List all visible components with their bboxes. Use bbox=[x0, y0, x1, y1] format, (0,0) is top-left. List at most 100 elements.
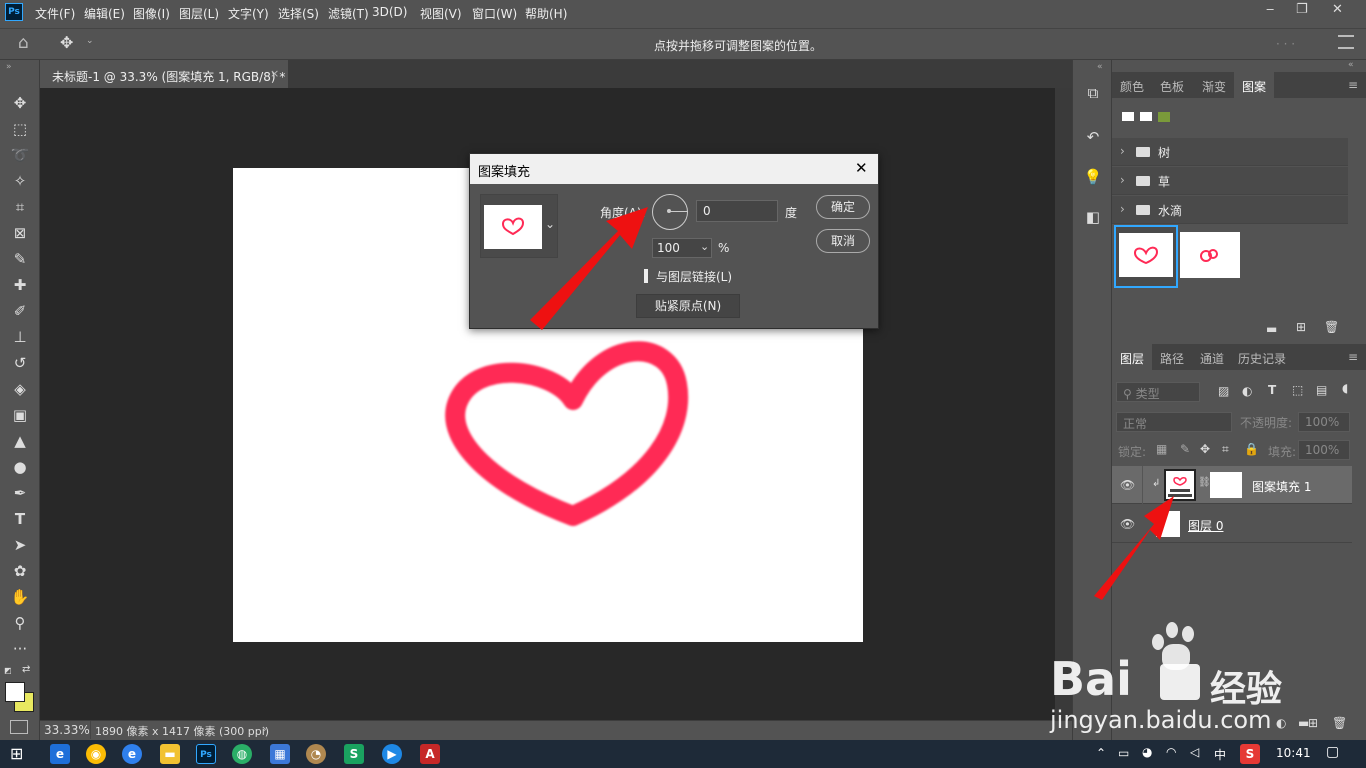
menu-image[interactable]: 图像(I) bbox=[133, 5, 170, 22]
swap-colors-icon[interactable]: ⇄ bbox=[22, 664, 30, 675]
chevron-down-icon[interactable]: ⌄ bbox=[700, 240, 709, 253]
magic-wand-icon[interactable]: ✧ bbox=[8, 170, 32, 192]
sheets-icon[interactable]: S bbox=[344, 744, 364, 764]
minimize-icon[interactable]: ‒ bbox=[1266, 2, 1274, 17]
angle-input[interactable]: 0 bbox=[696, 200, 778, 222]
path-select-icon[interactable]: ➤ bbox=[8, 534, 32, 556]
tab-swatches[interactable]: 色板 bbox=[1152, 72, 1192, 98]
player-icon[interactable]: ▶ bbox=[382, 744, 402, 764]
lock-pixels-icon[interactable]: ✎ bbox=[1180, 442, 1190, 456]
move-tool-icon[interactable]: ✥ bbox=[8, 92, 32, 114]
document-tab[interactable]: 未标题-1 @ 33.3% (图案填充 1, RGB/8) * bbox=[40, 60, 288, 88]
panel-menu-icon[interactable]: ≡ bbox=[1348, 350, 1358, 364]
3d-panel-icon[interactable]: ⧉ bbox=[1083, 84, 1103, 104]
pattern-preset-icon[interactable] bbox=[1122, 112, 1134, 121]
filter-toggle-icon[interactable]: ◖ bbox=[1342, 381, 1348, 395]
sogou-icon[interactable]: S bbox=[1240, 744, 1260, 764]
restore-icon[interactable]: ❐ bbox=[1296, 2, 1308, 17]
app-icon[interactable]: ◔ bbox=[306, 744, 326, 764]
layer-name[interactable]: 图层 0 bbox=[1188, 517, 1223, 534]
lasso-tool-icon[interactable]: ➰ bbox=[8, 144, 32, 166]
hand-tool-icon[interactable]: ✋ bbox=[8, 586, 32, 608]
pattern-folder[interactable]: › 草 bbox=[1112, 167, 1348, 195]
acrobat-icon[interactable]: A bbox=[420, 744, 440, 764]
pattern-thumb-flower[interactable] bbox=[1180, 232, 1240, 278]
volume-icon[interactable]: ◁ bbox=[1190, 745, 1199, 759]
history-brush-icon[interactable]: ↺ bbox=[8, 352, 32, 374]
tab-paths[interactable]: 路径 bbox=[1152, 344, 1192, 370]
menu-view[interactable]: 视图(V) bbox=[420, 5, 462, 22]
home-icon[interactable]: ⌂ bbox=[18, 33, 29, 53]
shape-filter-icon[interactable]: ⬚ bbox=[1292, 383, 1303, 397]
dialog-title-bar[interactable]: 图案填充 bbox=[470, 154, 878, 184]
history-panel-icon[interactable]: ↶ bbox=[1083, 128, 1103, 148]
default-colors-icon[interactable]: ◩ bbox=[4, 666, 12, 675]
notification-icon[interactable]: ▢ bbox=[1326, 744, 1339, 760]
link-with-layer-label[interactable]: 与图层链接(L) bbox=[656, 268, 732, 285]
new-pattern-icon[interactable]: ⊞ bbox=[1296, 320, 1306, 334]
blend-mode-select[interactable]: 正常 bbox=[1116, 412, 1232, 432]
menu-help[interactable]: 帮助(H) bbox=[525, 5, 567, 22]
panel-menu-icon[interactable]: ≡ bbox=[1348, 78, 1358, 92]
chevron-right-icon[interactable]: › bbox=[262, 722, 267, 736]
tab-gradients[interactable]: 渐变 bbox=[1194, 72, 1234, 98]
menu-3d[interactable]: 3D(D) bbox=[372, 5, 407, 19]
lightbulb-icon[interactable]: 💡 bbox=[1083, 168, 1103, 188]
lock-transparent-icon[interactable]: ▦ bbox=[1156, 442, 1167, 456]
network-icon[interactable]: ▭ bbox=[1118, 746, 1129, 760]
adjustment-filter-icon[interactable]: ◐ bbox=[1242, 384, 1252, 398]
shape-tool-icon[interactable]: ✿ bbox=[8, 560, 32, 582]
menu-select[interactable]: 选择(S) bbox=[278, 5, 319, 22]
ie-icon[interactable]: e bbox=[50, 744, 70, 764]
menu-layer[interactable]: 图层(L) bbox=[179, 5, 219, 22]
image-filter-icon[interactable]: ▨ bbox=[1218, 384, 1229, 398]
opacity-field[interactable]: 100% bbox=[1298, 412, 1350, 432]
app-icon[interactable]: ▦ bbox=[270, 744, 290, 764]
hamburger-icon[interactable] bbox=[1338, 35, 1354, 49]
chevron-up-icon[interactable]: ⌃ bbox=[1096, 746, 1106, 760]
wechat-icon[interactable]: ◍ bbox=[232, 744, 252, 764]
tab-history[interactable]: 历史记录 bbox=[1232, 344, 1292, 370]
more-tools-icon[interactable]: ··· bbox=[8, 638, 32, 660]
new-folder-icon[interactable]: ▬ bbox=[1266, 322, 1277, 336]
frame-tool-icon[interactable]: ⊠ bbox=[8, 222, 32, 244]
gradient-tool-icon[interactable]: ▣ bbox=[8, 404, 32, 426]
marquee-tool-icon[interactable]: ⬚ bbox=[8, 118, 32, 140]
dialog-close-icon[interactable]: ✕ bbox=[855, 159, 868, 177]
eraser-icon[interactable]: ◈ bbox=[8, 378, 32, 400]
pattern-preset-icon[interactable] bbox=[1158, 112, 1170, 122]
lock-all-icon[interactable]: 🔒 bbox=[1244, 442, 1259, 456]
menu-filter[interactable]: 滤镜(T) bbox=[328, 5, 369, 22]
layer-filter-select[interactable]: ⚲ 类型 bbox=[1116, 382, 1200, 402]
properties-panel-icon[interactable]: ◧ bbox=[1083, 208, 1103, 228]
chevron-down-icon[interactable]: ⌄ bbox=[86, 36, 94, 46]
dodge-tool-icon[interactable]: ● bbox=[8, 456, 32, 478]
clock[interactable]: 10:41 bbox=[1276, 746, 1311, 760]
menu-window[interactable]: 窗口(W) bbox=[472, 5, 517, 22]
menu-type[interactable]: 文字(Y) bbox=[228, 5, 269, 22]
brush-tool-icon[interactable]: ✐ bbox=[8, 300, 32, 322]
smart-object-filter-icon[interactable]: ▤ bbox=[1316, 383, 1327, 397]
tab-layers[interactable]: 图层 bbox=[1112, 344, 1152, 370]
pen-tool-icon[interactable]: ✒ bbox=[8, 482, 32, 504]
link-chain-icon[interactable]: ⛓ bbox=[1198, 477, 1211, 488]
windows-start-icon[interactable]: ⊞ bbox=[10, 744, 23, 763]
lock-position-icon[interactable]: ✥ bbox=[1200, 442, 1210, 456]
eyedropper-icon[interactable]: ✎ bbox=[8, 248, 32, 270]
menu-file[interactable]: 文件(F) bbox=[35, 5, 75, 22]
lock-artboard-icon[interactable]: ⌗ bbox=[1222, 442, 1229, 457]
photoshop-taskbar-icon[interactable]: Ps bbox=[196, 744, 216, 764]
tab-patterns[interactable]: 图案 bbox=[1234, 72, 1274, 98]
collapse-icon[interactable]: « bbox=[1348, 60, 1354, 70]
menu-edit[interactable]: 编辑(E) bbox=[84, 5, 125, 22]
wifi-icon[interactable]: ◠ bbox=[1166, 745, 1176, 759]
close-window-icon[interactable]: ✕ bbox=[1332, 2, 1343, 17]
quick-mask-icon[interactable] bbox=[10, 720, 28, 734]
ok-button[interactable]: 确定 bbox=[816, 195, 870, 219]
tab-color[interactable]: 颜色 bbox=[1112, 72, 1152, 98]
blur-tool-icon[interactable]: ▲ bbox=[8, 430, 32, 452]
cancel-button[interactable]: 取消 bbox=[816, 229, 870, 253]
pattern-folder[interactable]: › 树 bbox=[1112, 138, 1348, 166]
crop-tool-icon[interactable]: ⌗ bbox=[8, 196, 32, 218]
qq-icon[interactable]: ◕ bbox=[1142, 745, 1152, 759]
